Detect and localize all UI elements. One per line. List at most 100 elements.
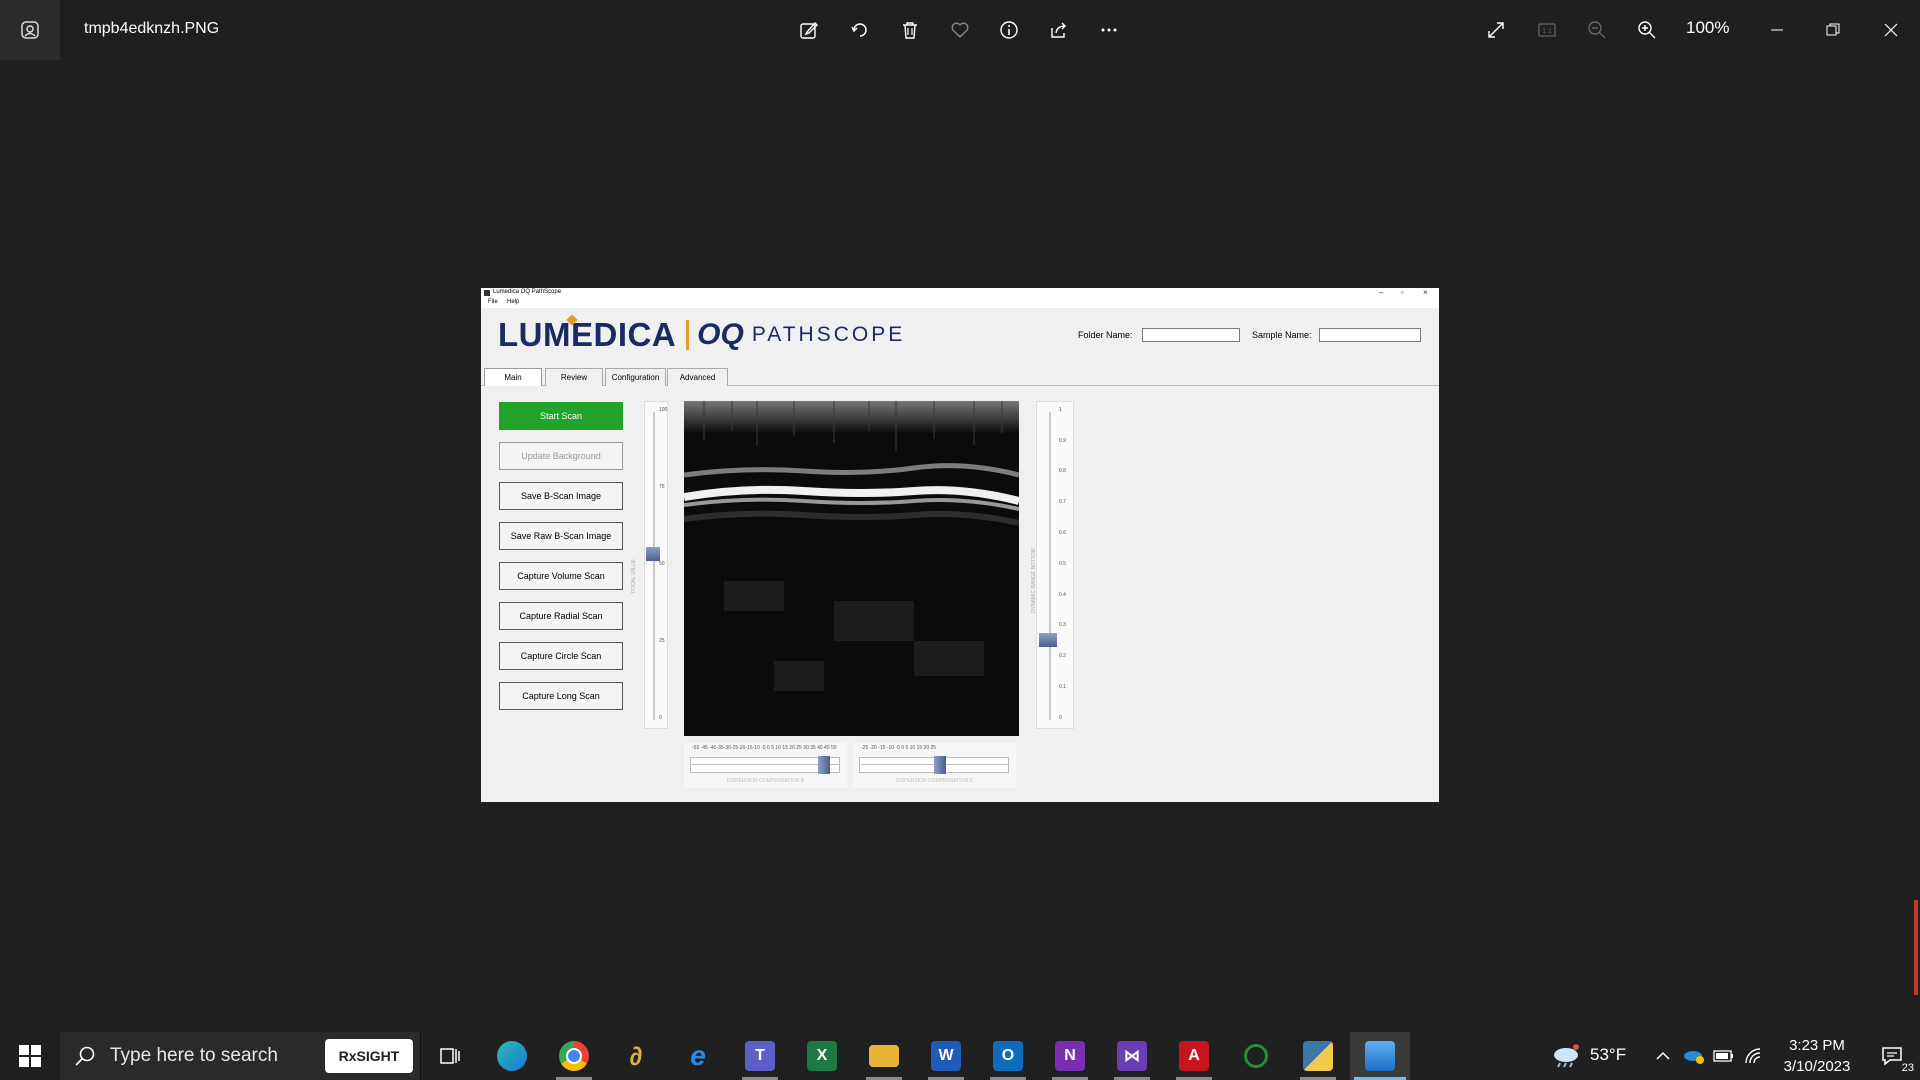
- rxsight-badge[interactable]: RxSIGHT: [325, 1039, 413, 1073]
- save-bscan-image-button[interactable]: Save B-Scan Image: [499, 482, 623, 510]
- task-view-icon[interactable]: [420, 1032, 480, 1080]
- save-raw-bscan-image-button[interactable]: Save Raw B-Scan Image: [499, 522, 623, 550]
- tab-configuration[interactable]: Configuration: [605, 368, 666, 386]
- windows-start-icon[interactable]: [0, 1032, 60, 1080]
- tick-label: 0: [1059, 715, 1062, 721]
- teams-icon[interactable]: T: [730, 1032, 790, 1080]
- tick-label: 25: [659, 638, 665, 644]
- search-placeholder: Type here to search: [110, 1045, 278, 1066]
- more-icon[interactable]: [1094, 15, 1124, 45]
- onenote-icon[interactable]: N: [1040, 1032, 1100, 1080]
- app-logo-icon: [484, 290, 490, 296]
- focal-value-slider[interactable]: 100 75 50 25 0: [644, 401, 668, 729]
- close-icon[interactable]: [1876, 15, 1906, 45]
- tick-label: 0.6: [1059, 530, 1066, 536]
- tick-label: 100: [659, 407, 668, 413]
- taskbar-search[interactable]: Type here to search RxSIGHT: [60, 1032, 421, 1080]
- tick-label: 0.2: [1059, 653, 1066, 659]
- file-name: tmpb4edknzh.PNG: [84, 20, 220, 37]
- dispersion-c-slider[interactable]: -25 -20 -15 -10 -5 0 5 10 15 20 25 DISPE…: [853, 743, 1016, 788]
- tick-label: 0.7: [1059, 499, 1066, 505]
- word-icon[interactable]: W: [916, 1032, 976, 1080]
- viewer-title-bar: tmpb4edknzh.PNG 1:1 100%: [0, 0, 1920, 60]
- dynamic-range-thumb[interactable]: [1039, 632, 1057, 647]
- search-icon: [75, 1046, 95, 1066]
- onedrive-icon[interactable]: [1680, 1032, 1708, 1080]
- app-minimize-icon[interactable]: –: [1379, 288, 1383, 297]
- folder-name-label: Folder Name:: [1078, 330, 1133, 340]
- dispersion-b-thumb[interactable]: [818, 756, 831, 774]
- app-icon[interactable]: ∂: [606, 1032, 666, 1080]
- menu-help[interactable]: Help: [507, 299, 519, 305]
- sample-name-input[interactable]: [1319, 328, 1421, 342]
- app-window-title: Lumedica OQ PathScope: [493, 289, 562, 295]
- battery-icon[interactable]: [1710, 1032, 1738, 1080]
- update-background-button[interactable]: Update Background: [499, 442, 623, 470]
- chrome-icon[interactable]: [544, 1032, 604, 1080]
- capture-long-scan-button[interactable]: Capture Long Scan: [499, 682, 623, 710]
- tick-label: 50: [659, 561, 665, 567]
- start-scan-button[interactable]: Start Scan: [499, 402, 623, 430]
- dispersion-b-slider[interactable]: -50 -45 -40-35-30-25-20-15-10 -5 0 5 10 …: [684, 743, 847, 788]
- zoom-in-icon[interactable]: [1632, 15, 1662, 45]
- internet-explorer-icon[interactable]: e: [668, 1032, 728, 1080]
- minimize-icon[interactable]: [1762, 15, 1792, 45]
- tick-label: 0.4: [1059, 592, 1066, 598]
- python-icon[interactable]: [1288, 1032, 1348, 1080]
- app-menu-bar: File Help: [481, 298, 1439, 308]
- dynamic-range-slider[interactable]: 1 0.9 0.8 0.7 0.6 0.5 0.4 0.3 0.2 0.1 0: [1036, 401, 1074, 729]
- edge-icon[interactable]: [482, 1032, 542, 1080]
- acrobat-icon[interactable]: A: [1164, 1032, 1224, 1080]
- actual-size-icon[interactable]: 1:1: [1532, 15, 1562, 45]
- tick-label: 0: [659, 715, 662, 721]
- zoom-level[interactable]: 100%: [1686, 18, 1729, 38]
- dispersion-c-thumb[interactable]: [934, 756, 947, 774]
- visual-studio-icon[interactable]: ⋈: [1102, 1032, 1162, 1080]
- focal-value-thumb[interactable]: [646, 546, 660, 561]
- capture-radial-scan-button[interactable]: Capture Radial Scan: [499, 602, 623, 630]
- capture-circle-scan-button[interactable]: Capture Circle Scan: [499, 642, 623, 670]
- info-icon[interactable]: [994, 15, 1024, 45]
- tick-label: 0.1: [1059, 684, 1066, 690]
- folder-name-input[interactable]: [1142, 328, 1240, 342]
- clock[interactable]: 3:23 PM 3/10/2023: [1778, 1035, 1856, 1077]
- outlook-icon[interactable]: O: [978, 1032, 1038, 1080]
- clock-date: 3/10/2023: [1783, 1058, 1851, 1075]
- tab-review[interactable]: Review: [545, 368, 603, 386]
- dispersion-b-label: DISPERSION COMPENSATION B: [726, 778, 805, 784]
- photos-icon[interactable]: [1350, 1032, 1410, 1080]
- chevron-up-icon[interactable]: [1650, 1032, 1676, 1080]
- sample-name-label: Sample Name:: [1252, 330, 1312, 340]
- rotate-icon[interactable]: [845, 15, 875, 45]
- scroll-indicator[interactable]: [1914, 900, 1918, 995]
- app-maximize-icon[interactable]: ▫: [1401, 288, 1404, 297]
- tick-label: 0.8: [1059, 468, 1066, 474]
- slider-track: [692, 764, 839, 765]
- clock-time: 3:23 PM: [1789, 1037, 1845, 1054]
- wifi-icon[interactable]: [1740, 1032, 1768, 1080]
- tab-advanced[interactable]: Advanced: [667, 368, 728, 386]
- capture-volume-scan-button[interactable]: Capture Volume Scan: [499, 562, 623, 590]
- app-close-icon[interactable]: ×: [1423, 288, 1428, 297]
- weather-temp[interactable]: 53°F: [1590, 1045, 1626, 1065]
- dynamic-range-label: DYNAMIC RANGE BOTTOM: [1031, 548, 1037, 613]
- circle-app-icon[interactable]: [1226, 1032, 1286, 1080]
- fullscreen-icon[interactable]: [1481, 15, 1511, 45]
- tick-label: 0.9: [1059, 438, 1066, 444]
- file-explorer-icon[interactable]: [854, 1032, 914, 1080]
- logo-product: PATHSCOPE: [751, 323, 906, 346]
- tab-main[interactable]: Main: [484, 368, 542, 386]
- lumedica-logo: LUMEDICA OQ PATHSCOPE: [498, 314, 906, 353]
- excel-icon[interactable]: X: [792, 1032, 852, 1080]
- share-icon[interactable]: [1044, 15, 1074, 45]
- dispersion-b-ticks: -50 -45 -40-35-30-25-20-15-10 -5 0 5 10 …: [692, 745, 837, 751]
- zoom-out-icon[interactable]: [1582, 15, 1612, 45]
- notifications-icon[interactable]: 23: [1864, 1032, 1920, 1080]
- favorite-icon[interactable]: [945, 15, 975, 45]
- weather-icon[interactable]: [1548, 1032, 1584, 1080]
- restore-icon[interactable]: [1818, 15, 1848, 45]
- photos-app-icon[interactable]: [0, 0, 60, 60]
- delete-icon[interactable]: [895, 15, 925, 45]
- menu-file[interactable]: File: [488, 299, 498, 305]
- edit-icon[interactable]: [794, 15, 824, 45]
